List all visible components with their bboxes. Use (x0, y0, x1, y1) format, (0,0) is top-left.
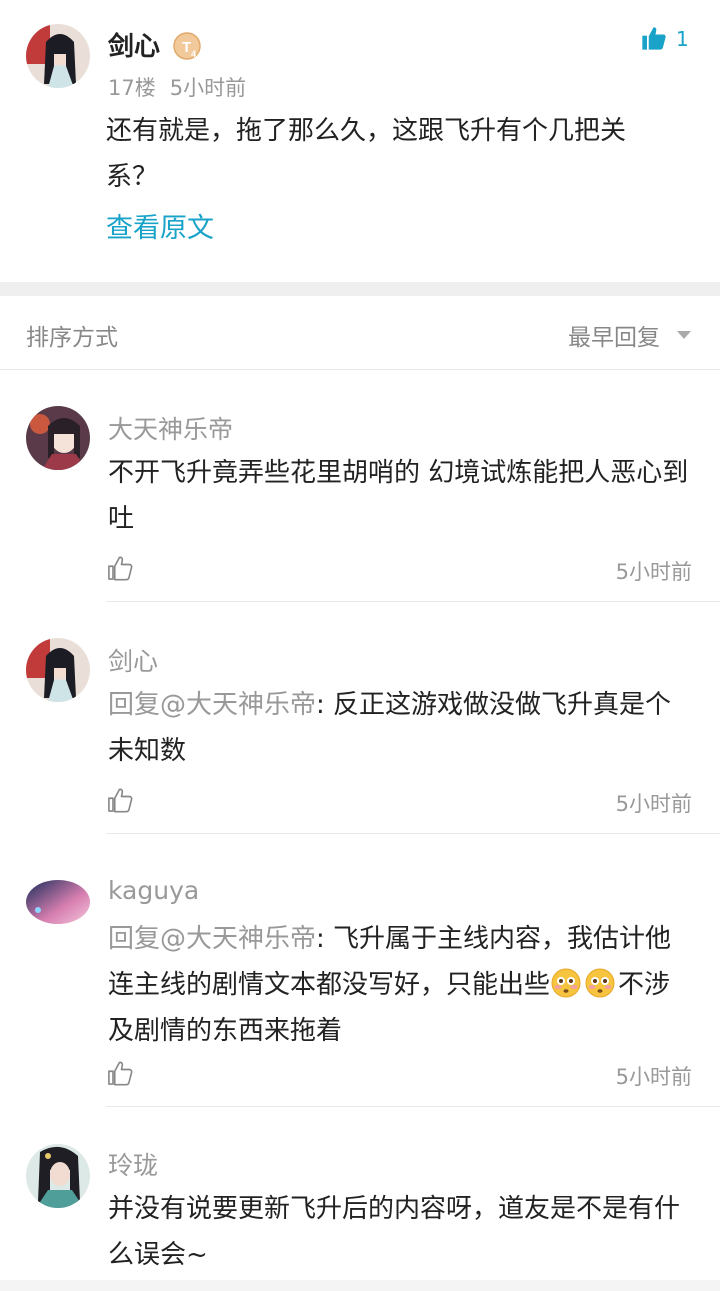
reply-text: 并没有说要更新飞升后的内容呀，道友是不是有什么误会~ (108, 1194, 681, 1270)
reply-author[interactable]: 大天神乐帝 (108, 410, 233, 446)
flushed-face-emoji (550, 967, 582, 999)
thumbs-up-icon (642, 27, 666, 50)
svg-text:4: 4 (191, 49, 196, 59)
reply-time: 5小时前 (615, 560, 692, 584)
reply-divider (106, 601, 720, 602)
reply-divider (106, 1106, 720, 1107)
reply-text: 不开飞升竟弄些花里胡哨的 幻境试炼能把人恶心到吐 (108, 458, 689, 534)
dropdown-arrow-icon[interactable] (676, 330, 692, 340)
reply-author[interactable]: kaguya (108, 876, 199, 905)
like-count: 1 (676, 27, 689, 51)
reply-avatar[interactable] (26, 1144, 90, 1208)
level-badge-icon: T 4 (172, 31, 202, 61)
reply-author[interactable]: 玲珑 (108, 1146, 158, 1182)
like-button[interactable]: 1 (640, 24, 700, 58)
original-post: 剑心 T 4 17楼 5小时前 还有就是，拖了那么久，这跟飞升有个几把关系？ 查看… (0, 0, 720, 282)
reply-time: 5小时前 (615, 1065, 692, 1089)
thumbs-up-icon[interactable] (106, 554, 134, 582)
thumbs-up-icon[interactable] (106, 786, 134, 814)
post-time: 5小时前 (169, 76, 247, 100)
svg-text:T: T (182, 39, 191, 56)
reply-author[interactable]: 剑心 (108, 642, 158, 678)
section-separator (0, 282, 720, 296)
view-original-link[interactable]: 查看原文 (106, 206, 214, 245)
reply-mention[interactable]: 回复@大天神乐帝 (108, 690, 316, 720)
sort-label: 排序方式 (26, 325, 118, 351)
author-avatar[interactable] (26, 24, 90, 88)
reply-avatar[interactable] (26, 880, 90, 924)
reply-text: 回复@大天神乐帝: 飞升属于主线内容，我估计他连主线的剧情文本都没写好，只能出些… (108, 924, 672, 1046)
reply-avatar[interactable] (26, 638, 90, 702)
reply-divider (106, 833, 720, 834)
reply-avatar[interactable] (26, 406, 90, 470)
flushed-face-emoji (584, 967, 616, 999)
reply-text: 回复@大天神乐帝: 反正这游戏做没做飞升真是个未知数 (108, 690, 672, 766)
post-text: 还有就是，拖了那么久，这跟飞升有个几把关系？ (106, 116, 627, 192)
author-name[interactable]: 剑心 (108, 26, 160, 63)
sort-bar: 排序方式 最早回复 (0, 296, 720, 370)
bottom-divider (0, 1280, 720, 1291)
reply-time: 5小时前 (615, 792, 692, 816)
thumbs-up-icon[interactable] (106, 1059, 134, 1087)
reply-mention[interactable]: 回复@大天神乐帝 (108, 924, 316, 954)
floor-number: 17楼 (108, 76, 156, 100)
post-meta: 17楼 5小时前 (108, 72, 246, 102)
sort-dropdown[interactable]: 最早回复 (568, 318, 660, 352)
